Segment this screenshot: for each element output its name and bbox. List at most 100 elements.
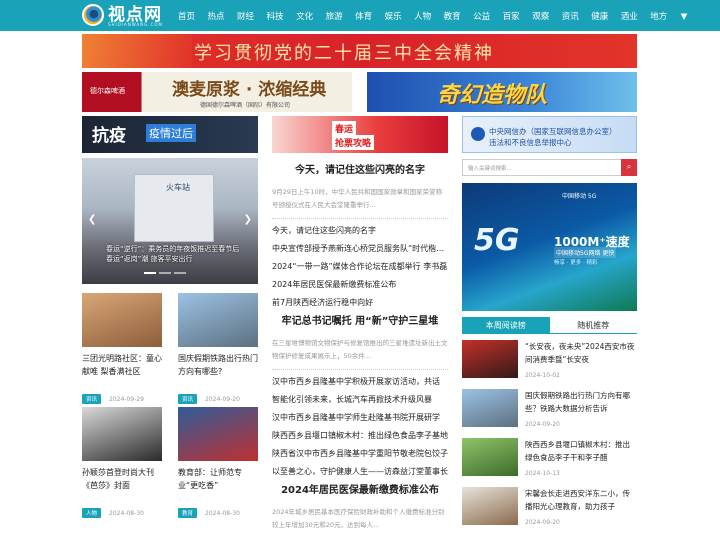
card-tag[interactable]: 教育 [178, 508, 198, 518]
list-item[interactable]: 今天，请记住这些闪亮的名字 [272, 222, 448, 240]
ranking-tabs: 本周阅读榜 随机推荐 [462, 317, 637, 334]
fight-title: 抗疫 [92, 126, 126, 146]
headline-summary: 9月29日上午10时，中华人民共和国国家勋章和国家荣誉称号颁授仪式在人民大会堂隆… [272, 188, 443, 209]
news-list: 汉中市西乡县隆基中学积极开展家访活动，共话 智能化引领未来，长城汽车再掀技术升级… [272, 373, 448, 481]
headline-title[interactable]: 牢记总书记嘱托 用“新”守护三星堆 [272, 312, 448, 327]
beer-slogan: 澳麦原浆 · 浓缩经典 [172, 80, 327, 100]
divider [272, 218, 448, 219]
slider-caption: 春运“逆行”：乘务员的年夜饭推迟至春节后 春运“返岗”潮 旅客平安出行 [106, 245, 240, 263]
nav-item-news[interactable]: 资讯 [562, 10, 579, 22]
news-card[interactable]: 孙颖莎首登时尚大刊《芭莎》封面 人物 2024-08-30 [82, 407, 162, 518]
list-item[interactable]: 汉中市西乡县隆基中学师生赴隆基书院开展研学 [272, 409, 448, 427]
card-title[interactable]: 教育部：让师范专业“更吃香” [178, 466, 258, 506]
nav-item-hot[interactable]: 热点 [208, 10, 225, 22]
slider-dot[interactable] [159, 272, 171, 274]
card-tag[interactable]: 人物 [82, 508, 102, 518]
side-item-title[interactable]: 陕西西乡县堰口镇椒木村：推出绿色食品李子干和李子醋 [525, 439, 637, 465]
banner-slogan[interactable]: 学习贯彻党的二十届三中全会精神 [82, 34, 637, 68]
nav-item-tech[interactable]: 科技 [267, 10, 284, 22]
nav-item-observe[interactable]: 观察 [532, 10, 549, 22]
side-list-item[interactable]: 宋馨会长走进西安洋东二小，传播阳光心理教育，助力孩子 2024-09-20 [462, 487, 637, 537]
nav-item-charity[interactable]: 公益 [473, 10, 490, 22]
list-item[interactable]: 2024“一带一路”媒体合作论坛在成都举行 李书磊 [272, 258, 448, 276]
nav-item-travel[interactable]: 旅游 [326, 10, 343, 22]
ad-5g-line: 中国移动5G网络 更快 [554, 247, 617, 258]
side-item-image[interactable] [462, 389, 518, 427]
image-slider[interactable]: 火车站 ❮ ❯ 春运“逆行”：乘务员的年夜饭推迟至春节后 春运“返岗”潮 旅客平… [82, 158, 258, 284]
beer-brand: 德尔森啤酒 [90, 87, 125, 95]
news-card[interactable]: 教育部：让师范专业“更吃香” 教育 2024-08-30 [178, 407, 258, 518]
card-date: 2024-08-30 [205, 509, 240, 517]
list-item[interactable]: 智能化引领未来，长城汽车再掀技术升级风暴 [272, 391, 448, 409]
ad-5g-logo: 中国移动 5G [562, 193, 597, 200]
banner-spring-travel[interactable]: 春运 抢票攻略 [272, 116, 448, 153]
news-card[interactable]: 三团光明路社区：童心献唯 梨香满社区 资讯 2024-09-29 [82, 293, 162, 404]
side-list-item[interactable]: 陕西西乡县堰口镇椒木村：推出绿色食品李子干和李子醋 2024-10-13 [462, 438, 637, 488]
search-icon[interactable]: ⌕ [621, 159, 637, 176]
nav-item-home[interactable]: 首页 [178, 10, 195, 22]
side-item-title[interactable]: 国庆假期铁路出行热门方向有哪些？铁路大数据分析告诉 [525, 390, 637, 416]
ad-5g-big: 5G [474, 223, 520, 258]
card-title[interactable]: 三团光明路社区：童心献唯 梨香满社区 [82, 352, 162, 392]
side-list-item[interactable]: 国庆假期铁路出行热门方向有哪些？铁路大数据分析告诉 2024-09-20 [462, 389, 637, 439]
chevron-down-icon: ▼ [680, 11, 688, 22]
headline-summary: 在三星堆博物馆文物保护与修复馆推出的三星堆遗址新出土文物保护修复成果展示上，50… [272, 339, 448, 360]
card-image[interactable] [82, 407, 162, 461]
card-date: 2024-09-20 [205, 395, 240, 403]
card-title[interactable]: 国庆假期铁路出行热门方向有哪些? [178, 352, 258, 392]
card-image[interactable] [178, 407, 258, 461]
ad-5g[interactable]: 中国移动 5G 5G 1000M⁺速度 中国移动5G网络 更快 畅享 · 更多 … [462, 183, 637, 311]
side-item-title[interactable]: “长安夜，夜未央”2024西安市夜间消费季暨“长安夜 [525, 341, 637, 367]
nav-item-local[interactable]: 地方 ▼ [650, 10, 700, 22]
side-item-title[interactable]: 宋馨会长走进西安洋东二小，传播阳光心理教育，助力孩子 [525, 488, 637, 514]
card-tag[interactable]: 资讯 [82, 394, 102, 404]
card-image[interactable] [178, 293, 258, 347]
slider-next-icon[interactable]: ❯ [244, 214, 252, 225]
nav-item-ent[interactable]: 娱乐 [385, 10, 402, 22]
list-item[interactable]: 前7月陕西经济运行稳中向好 [272, 294, 448, 312]
top-nav: 视点网 SHIDIANWANG.COM 首页 热点 财经 科技 文化 旅游 体育… [0, 0, 720, 31]
report-line2: 违法和不良信息举报中心 [489, 138, 572, 147]
search-box: 输入关键词搜索... ⌕ [462, 159, 637, 176]
card-image[interactable] [82, 293, 162, 347]
site-logo[interactable]: 视点网 SHIDIANWANG.COM [82, 4, 162, 27]
search-input[interactable]: 输入关键词搜索... [468, 164, 512, 172]
nav-item-liquor[interactable]: 酒业 [621, 10, 638, 22]
headline-block: 牢记总书记嘱托 用“新”守护三星堆 在三星堆博物馆文物保护与修复馆推出的三星堆遗… [272, 312, 448, 481]
news-card[interactable]: 国庆假期铁路出行热门方向有哪些? 资讯 2024-09-20 [178, 293, 258, 404]
list-item[interactable]: 陕西省汉中市西乡县隆基中学重阳节敬老院包饺子 [272, 445, 448, 463]
side-item-image[interactable] [462, 340, 518, 378]
list-item[interactable]: 2024年居民医保最新缴费标准公布 [272, 276, 448, 294]
nav-item-sports[interactable]: 体育 [355, 10, 372, 22]
banner-report-center[interactable]: 中央网信办（国家互联网信息办公室） 违法和不良信息举报中心 [462, 116, 637, 153]
headline-summary: 2024年城乡居民基本医疗保险财政补助和个人缴费标准分别较上年增加30元和20元… [272, 508, 445, 529]
list-item[interactable]: 以至善之心，守护健康人生——访森益汀堂董事长 [272, 463, 448, 481]
card-tag[interactable]: 资讯 [178, 394, 198, 404]
nav-item-people[interactable]: 人物 [414, 10, 431, 22]
nav-item-health[interactable]: 健康 [591, 10, 608, 22]
nav-item-culture[interactable]: 文化 [296, 10, 313, 22]
list-item[interactable]: 陕西西乡县堰口镇椒木村：推出绿色食品李子基地 [272, 427, 448, 445]
spring-title: 春运 [332, 121, 357, 136]
tab-random[interactable]: 随机推荐 [550, 317, 638, 333]
slider-dot[interactable] [174, 272, 186, 274]
headline-title[interactable]: 今天，请记住这些闪亮的名字 [272, 161, 448, 176]
slider-dot[interactable] [144, 272, 156, 274]
station-label: 火车站 [166, 183, 190, 192]
side-list-item[interactable]: “长安夜，夜未央”2024西安市夜间消费季暨“长安夜 2024-10-02 [462, 340, 637, 390]
headline-title[interactable]: 2024年居民医保最新缴费标准公布 [272, 481, 448, 496]
tab-weekly[interactable]: 本周阅读榜 [462, 317, 550, 333]
list-item[interactable]: 汉中市西乡县隆基中学积极开展家访活动，共话 [272, 373, 448, 391]
side-item-image[interactable] [462, 438, 518, 476]
banner-beer[interactable]: 德尔森啤酒 澳麦原浆 · 浓缩经典 德国德尔森啤酒（国际）有限公司 [82, 72, 352, 112]
banner-fight-epidemic[interactable]: 抗疫 疫情过后 [82, 116, 258, 153]
side-item-image[interactable] [462, 487, 518, 525]
slider-prev-icon[interactable]: ❮ [88, 214, 96, 225]
list-item[interactable]: 中央宣传部授予燕新连心桥党员服务队“时代楷模” [272, 240, 448, 258]
nav-item-baijia[interactable]: 百家 [503, 10, 520, 22]
nav-item-finance[interactable]: 财经 [237, 10, 254, 22]
card-title[interactable]: 孙颖莎首登时尚大刊《芭莎》封面 [82, 466, 162, 506]
nav-item-edu[interactable]: 教育 [444, 10, 461, 22]
banner-magic[interactable]: 奇幻造物队 [367, 72, 637, 112]
side-item-date: 2024-10-02 [525, 372, 560, 379]
